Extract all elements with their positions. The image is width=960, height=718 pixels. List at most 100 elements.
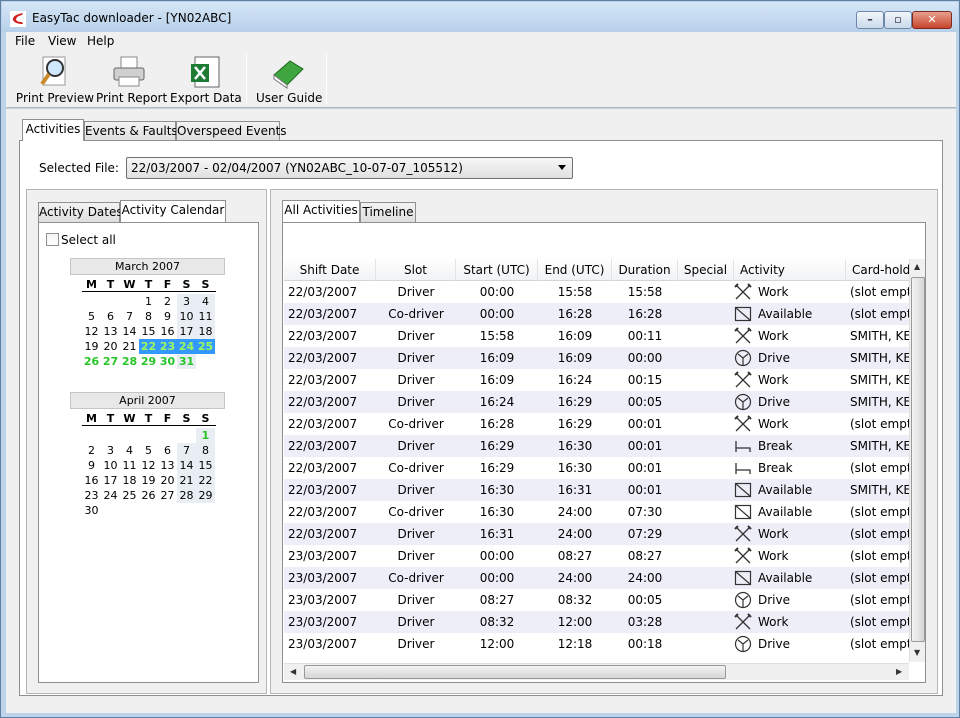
horizontal-scrollbar[interactable]: ◀ ▶ [284, 663, 909, 680]
calendar-day[interactable]: 2 [158, 294, 177, 309]
tab-activity-dates[interactable]: Activity Dates [38, 202, 123, 222]
column-header[interactable]: Card-hold [846, 259, 916, 281]
tab-all-activities[interactable]: All Activities [282, 200, 360, 222]
calendar-day[interactable]: 20 [158, 473, 177, 488]
calendar-day[interactable]: 28 [177, 488, 196, 503]
table-row[interactable]: 22/03/2007 Driver 16:31 24:00 07:29 Work (slot… [284, 523, 916, 545]
scroll-left-icon[interactable]: ◀ [290, 667, 296, 676]
calendar-day[interactable]: 14 [177, 458, 196, 473]
calendar-day[interactable]: 6 [158, 443, 177, 458]
calendar-day[interactable]: 4 [196, 294, 215, 309]
column-header[interactable]: Slot [376, 259, 456, 281]
column-header[interactable]: Shift Date [284, 259, 376, 281]
table-row[interactable]: 22/03/2007 Driver 15:58 16:09 00:11 Work SMITH… [284, 325, 914, 347]
calendar-day[interactable]: 17 [177, 324, 196, 339]
table-row[interactable]: 23/03/2007 Driver 08:27 08:32 00:05 Drive (slo… [284, 589, 916, 611]
calendar-day[interactable]: 11 [120, 458, 139, 473]
table-row[interactable]: 22/03/2007 Driver 16:09 16:09 00:00 Drive SMIT… [284, 347, 914, 369]
calendar-day[interactable]: 26 [139, 488, 158, 503]
table-row[interactable]: 23/03/2007 Driver 08:32 12:00 03:28 Work (slot… [284, 611, 916, 633]
calendar-day[interactable]: 29 [139, 354, 158, 369]
minimize-button[interactable]: – [856, 11, 884, 29]
calendar-day[interactable]: 26 [82, 354, 101, 369]
table-row[interactable]: 23/03/2007 Co-driver 00:00 24:00 24:00 Availa… [284, 567, 916, 589]
calendar-day[interactable]: 24 [101, 488, 120, 503]
title-bar[interactable]: EasyTac downloader - [YN02ABC] – ▫ ✕ [2, 2, 958, 32]
table-row[interactable]: 23/03/2007 Driver 12:00 12:18 00:18 Drive (slo… [284, 633, 916, 655]
calendar-day[interactable]: 14 [120, 324, 139, 339]
calendar-day[interactable]: 15 [196, 458, 215, 473]
calendar-day[interactable]: 8 [139, 309, 158, 324]
column-header[interactable]: End (UTC) [538, 259, 612, 281]
table-row[interactable]: 22/03/2007 Co-driver 16:30 24:00 07:30 Availa… [284, 501, 916, 523]
calendar-day[interactable]: 12 [82, 324, 101, 339]
column-header[interactable]: Special [678, 259, 734, 281]
column-header[interactable]: Start (UTC) [456, 259, 538, 281]
calendar-day[interactable]: 11 [196, 309, 215, 324]
select-all-checkbox[interactable] [46, 233, 59, 246]
close-button[interactable]: ✕ [912, 11, 952, 29]
calendar-day[interactable]: 1 [196, 428, 215, 443]
tab-activities[interactable]: Activities [22, 119, 84, 141]
calendar-day[interactable]: 10 [101, 458, 120, 473]
calendar-day[interactable]: 31 [177, 354, 196, 369]
print-preview-button[interactable]: Print Preview [15, 53, 95, 107]
tab-overspeed-events[interactable]: Overspeed Events [176, 121, 287, 141]
calendar-day[interactable]: 9 [158, 309, 177, 324]
calendar-day[interactable]: 7 [120, 309, 139, 324]
calendar-day[interactable]: 18 [120, 473, 139, 488]
menu-help[interactable]: Help [87, 34, 114, 48]
calendar-day[interactable]: 6 [101, 309, 120, 324]
calendar-day[interactable]: 28 [120, 354, 139, 369]
calendar-day[interactable]: 17 [101, 473, 120, 488]
calendar-day[interactable]: 13 [101, 324, 120, 339]
calendar-day[interactable]: 4 [120, 443, 139, 458]
calendar-day[interactable]: 16 [158, 324, 177, 339]
table-row[interactable]: 23/03/2007 Driver 00:00 08:27 08:27 Work (slot… [284, 545, 916, 567]
calendar-day[interactable]: 3 [177, 294, 196, 309]
calendar-day[interactable]: 27 [158, 488, 177, 503]
calendar-day[interactable]: 30 [82, 503, 101, 518]
horizontal-scroll-thumb[interactable] [304, 665, 726, 679]
menu-view[interactable]: View [48, 34, 76, 48]
calendar-day[interactable]: 25 [196, 339, 215, 354]
calendar-day[interactable]: 3 [101, 443, 120, 458]
selected-file-dropdown[interactable]: 22/03/2007 - 02/04/2007 (YN02ABC_10-07-0… [126, 157, 573, 179]
table-row[interactable]: 22/03/2007 Co-driver 16:29 16:30 00:01 Break (… [284, 457, 916, 479]
table-row[interactable]: 22/03/2007 Co-driver 00:00 16:28 16:28 Availa… [284, 303, 916, 325]
table-row[interactable]: 22/03/2007 Driver 16:29 16:30 00:01 Break SMIT… [284, 435, 914, 457]
column-header[interactable]: Activity [734, 259, 846, 281]
user-guide-button[interactable]: User Guide [256, 53, 322, 107]
column-header[interactable]: Duration [612, 259, 678, 281]
calendar-day[interactable]: 22 [196, 473, 215, 488]
print-report-button[interactable]: Print Report [96, 53, 167, 107]
calendar-day[interactable]: 15 [139, 324, 158, 339]
calendar-day[interactable]: 29 [196, 488, 215, 503]
tab-events-faults[interactable]: Events & Faults [84, 121, 178, 141]
calendar-day[interactable]: 5 [139, 443, 158, 458]
calendar-day[interactable]: 9 [82, 458, 101, 473]
table-row[interactable]: 22/03/2007 Driver 00:00 15:58 15:58 Work (slot… [284, 281, 916, 303]
calendar-day[interactable]: 19 [82, 339, 101, 354]
tab-activity-calendar[interactable]: Activity Calendar [120, 200, 226, 222]
vertical-scroll-thumb[interactable] [911, 277, 925, 642]
calendar-day[interactable]: 13 [158, 458, 177, 473]
tab-timeline[interactable]: Timeline [360, 202, 416, 222]
scroll-down-icon[interactable]: ▼ [914, 648, 920, 657]
table-row[interactable]: 22/03/2007 Driver 16:24 16:29 00:05 Drive SMIT… [284, 391, 914, 413]
calendar-day[interactable]: 10 [177, 309, 196, 324]
calendar-day[interactable]: 19 [139, 473, 158, 488]
calendar-day[interactable]: 24 [177, 339, 196, 354]
calendar-day[interactable]: 21 [120, 339, 139, 354]
calendar-day[interactable]: 16 [82, 473, 101, 488]
calendar-day[interactable]: 2 [82, 443, 101, 458]
table-row[interactable]: 22/03/2007 Co-driver 16:28 16:29 00:01 Work (s… [284, 413, 916, 435]
calendar-day[interactable]: 22 [139, 339, 158, 354]
scroll-up-icon[interactable]: ▲ [914, 262, 920, 271]
calendar-day[interactable]: 8 [196, 443, 215, 458]
scroll-right-icon[interactable]: ▶ [896, 667, 902, 676]
calendar-day[interactable]: 1 [139, 294, 158, 309]
calendar-day[interactable]: 30 [158, 354, 177, 369]
calendar-day[interactable]: 20 [101, 339, 120, 354]
table-row[interactable]: 22/03/2007 Driver 16:30 16:31 00:01 Available… [284, 479, 914, 501]
